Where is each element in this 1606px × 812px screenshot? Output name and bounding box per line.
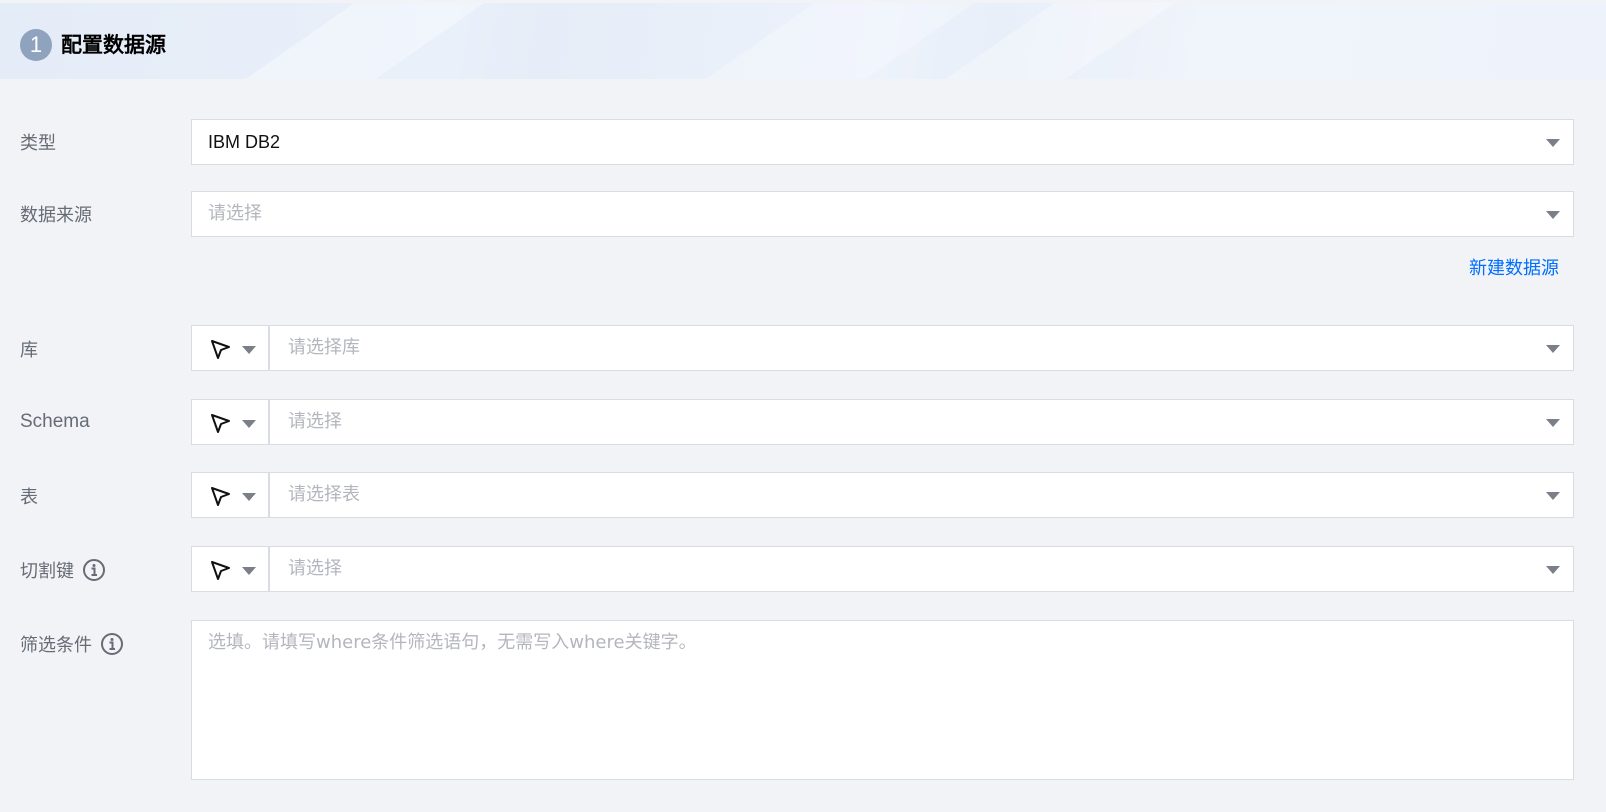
database-label: 库 [20, 334, 38, 364]
info-circle-icon[interactable] [100, 632, 124, 656]
info-circle-icon[interactable] [82, 558, 106, 582]
type-select-value: IBM DB2 [208, 132, 281, 152]
type-label: 类型 [20, 127, 56, 157]
chevron-down-icon [242, 567, 256, 575]
split-key-label-text: 切割键 [20, 561, 74, 582]
schema-select[interactable]: 请选择 [191, 399, 1574, 445]
database-mode-select[interactable] [192, 326, 270, 370]
cursor-arrow-icon [211, 414, 230, 433]
type-label-text: 类型 [20, 133, 56, 154]
cursor-arrow-icon [211, 561, 230, 580]
filter-textarea[interactable]: 选填。请填写where条件筛选语句，无需写入where关键字。 [191, 620, 1574, 780]
data-source-placeholder: 请选择 [208, 203, 262, 224]
chevron-down-icon [1546, 492, 1560, 500]
table-select[interactable]: 请选择表 [191, 472, 1574, 518]
filter-placeholder: 选填。请填写where条件筛选语句，无需写入where关键字。 [208, 632, 697, 653]
split-key-select[interactable]: 请选择 [191, 546, 1574, 592]
chevron-down-icon [1546, 211, 1560, 219]
database-select[interactable]: 请选择库 [191, 325, 1574, 371]
header-sheen [705, 3, 975, 79]
header-sheen [245, 3, 485, 79]
table-mode-select[interactable] [192, 473, 270, 517]
cursor-arrow-icon [211, 340, 230, 359]
split-key-mode-select[interactable] [192, 547, 270, 591]
section-header: 1 配置数据源 [0, 3, 1606, 79]
chevron-down-icon [1546, 345, 1560, 353]
type-select[interactable]: IBM DB2 [191, 119, 1574, 165]
chevron-down-icon [242, 420, 256, 428]
filter-label: 筛选条件 [20, 629, 124, 659]
chevron-down-icon [242, 346, 256, 354]
table-label-text: 表 [20, 487, 38, 508]
split-key-placeholder: 请选择 [288, 558, 342, 579]
schema-mode-select[interactable] [192, 400, 270, 444]
table-placeholder: 请选择表 [288, 484, 360, 505]
filter-label-text: 筛选条件 [20, 635, 92, 656]
database-label-text: 库 [20, 340, 38, 361]
data-source-select[interactable]: 请选择 [191, 191, 1574, 237]
data-source-label: 数据来源 [20, 199, 92, 229]
chevron-down-icon [1546, 419, 1560, 427]
table-label: 表 [20, 481, 38, 511]
new-data-source-link[interactable]: 新建数据源 [1469, 256, 1559, 282]
cursor-arrow-icon [211, 487, 230, 506]
header-sheen [945, 3, 1175, 79]
schema-label: Schema [20, 407, 90, 437]
database-placeholder: 请选择库 [288, 337, 360, 358]
chevron-down-icon [1546, 139, 1560, 147]
chevron-down-icon [1546, 566, 1560, 574]
schema-placeholder: 请选择 [288, 411, 342, 432]
step-number-badge: 1 [20, 29, 52, 61]
chevron-down-icon [242, 493, 256, 501]
section-title: 配置数据源 [61, 33, 166, 57]
split-key-label: 切割键 [20, 555, 106, 585]
schema-label-text: Schema [20, 411, 90, 432]
data-source-label-text: 数据来源 [20, 205, 92, 226]
